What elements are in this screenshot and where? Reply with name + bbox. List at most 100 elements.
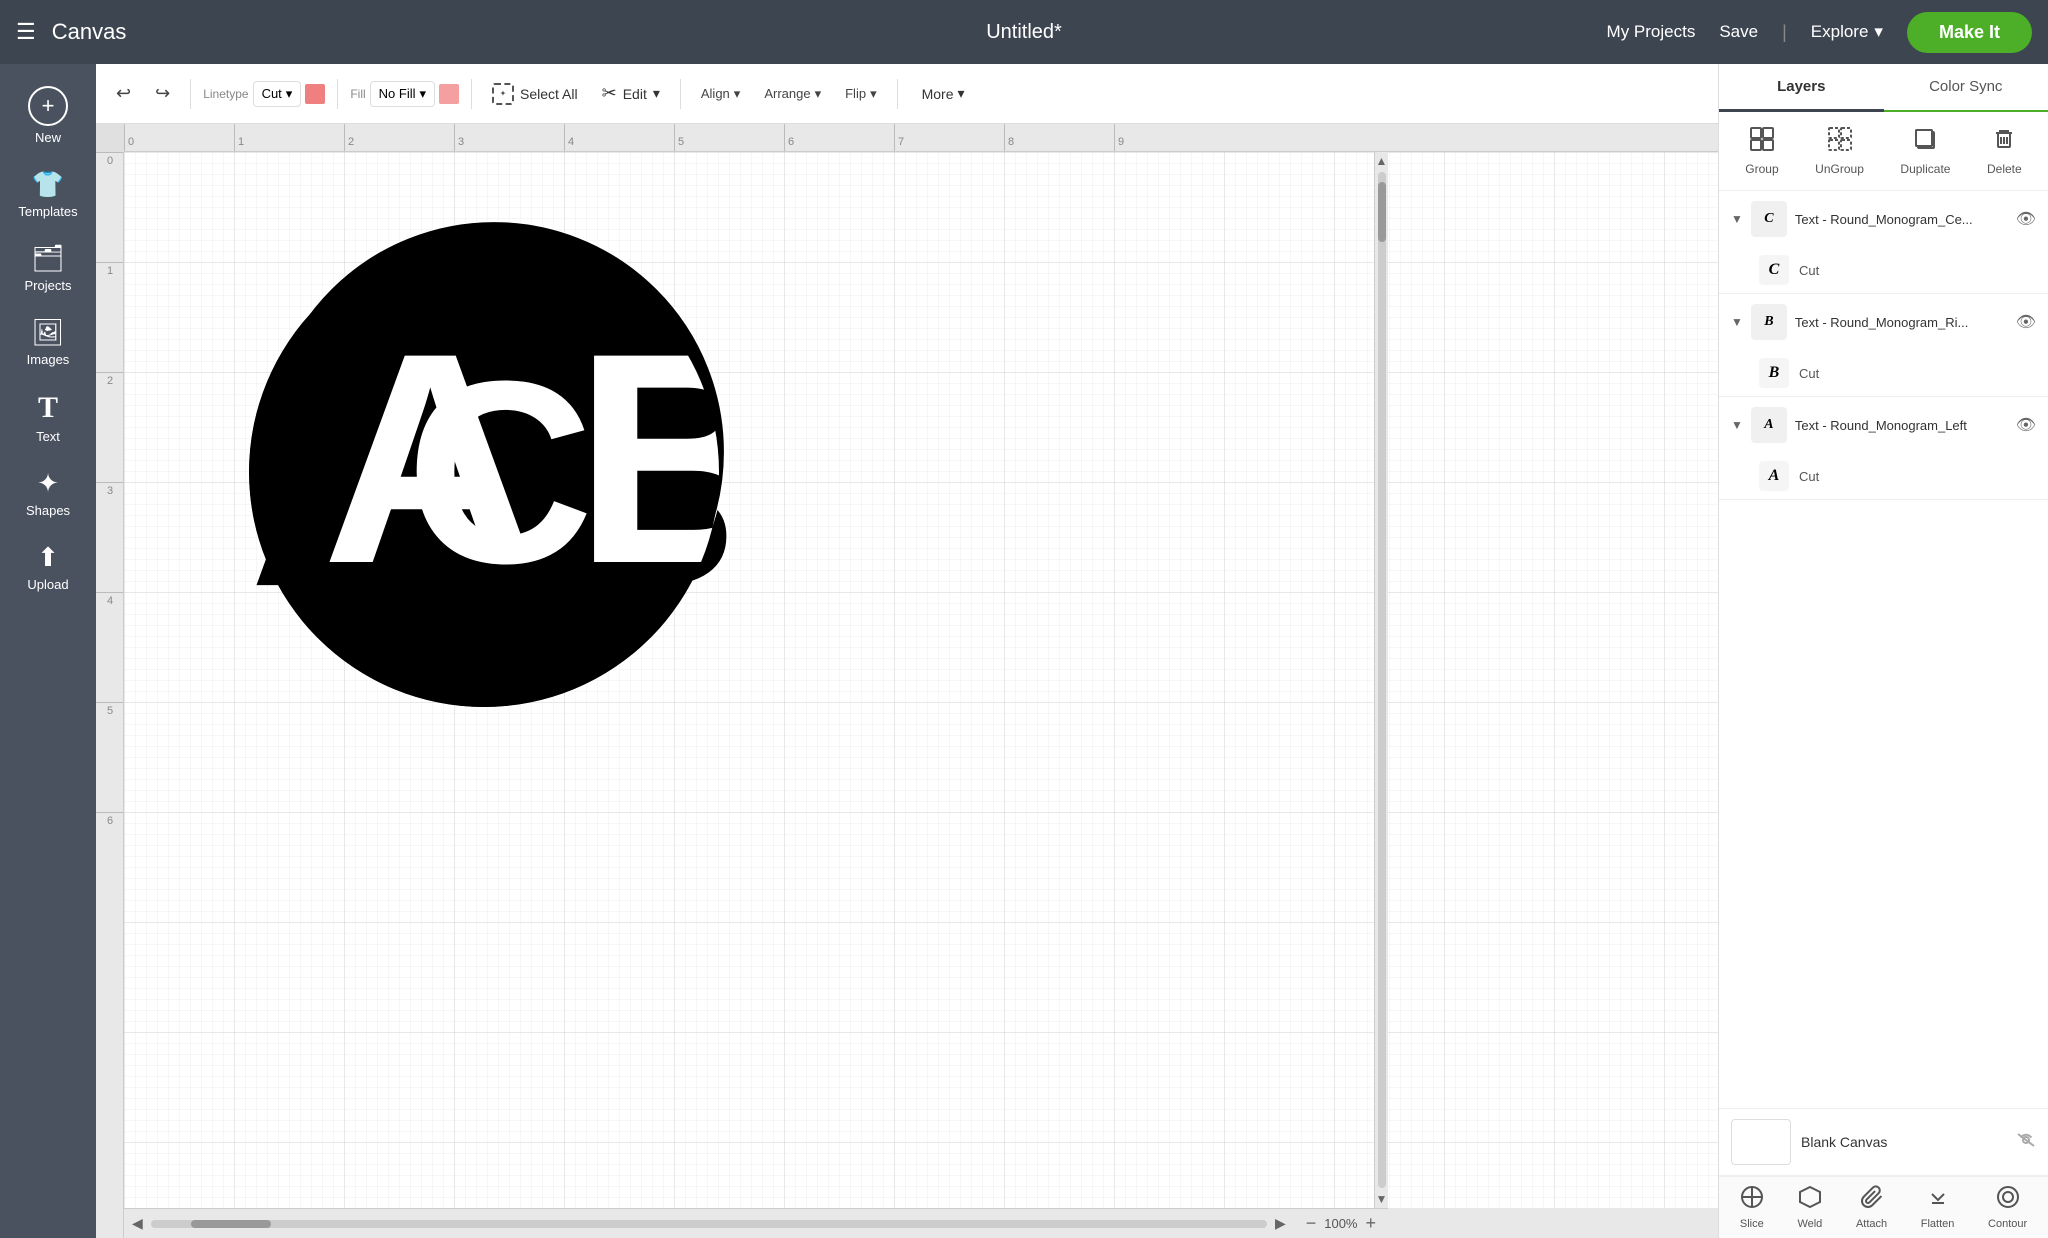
weld-button[interactable]: Weld <box>1797 1185 1822 1230</box>
linetype-label: Linetype <box>203 87 248 101</box>
make-it-button[interactable]: Make It <box>1907 12 2032 53</box>
hidden-eye-icon[interactable] <box>2016 1132 2036 1153</box>
delete-label: Delete <box>1987 162 2022 176</box>
more-button[interactable]: More ▾ <box>910 81 977 106</box>
fill-select[interactable]: No Fill ▾ <box>370 81 435 107</box>
eye-icon-2[interactable]: 👁 <box>2016 312 2036 332</box>
sidebar-item-label-shapes: Shapes <box>26 503 70 518</box>
edit-button[interactable]: ✂ Edit ▾ <box>594 79 668 108</box>
ruler-tick: 2 <box>344 124 454 152</box>
flip-button[interactable]: Flip ▾ <box>837 82 884 106</box>
ruler-tick: 2 <box>96 372 124 482</box>
sidebar-item-upload[interactable]: ⬆ Upload <box>8 532 88 602</box>
svg-text:B: B <box>574 290 744 626</box>
contour-icon <box>1996 1185 2020 1215</box>
eye-icon-3[interactable]: 👁 <box>2016 415 2036 435</box>
linetype-select[interactable]: Cut ▾ <box>253 81 302 107</box>
delete-button[interactable]: Delete <box>1979 122 2030 180</box>
right-tabs: Layers Color Sync <box>1719 64 2048 112</box>
undo-icon: ↩ <box>116 83 131 104</box>
monogram-display[interactable]: A B C <box>244 202 744 747</box>
layer-sub-1: C Cut <box>1719 247 2048 293</box>
scroll-up-button[interactable]: ▲ <box>1376 154 1388 168</box>
attach-button[interactable]: Attach <box>1856 1185 1887 1230</box>
scroll-track[interactable] <box>1378 172 1386 1188</box>
sidebar-item-shapes[interactable]: ✦ Shapes <box>8 458 88 528</box>
horizontal-scroll-track[interactable] <box>151 1220 1267 1228</box>
sidebar-item-templates[interactable]: 👕 Templates <box>8 159 88 229</box>
ungroup-button[interactable]: UnGroup <box>1807 122 1872 180</box>
ruler-tick: 0 <box>124 124 234 152</box>
scroll-left-button[interactable]: ◀ <box>124 1215 151 1232</box>
zoom-out-button[interactable]: − <box>1306 1213 1317 1234</box>
flatten-button[interactable]: Flatten <box>1921 1185 1955 1230</box>
arrange-button[interactable]: Arrange ▾ <box>756 82 829 106</box>
left-sidebar: + New 👕 Templates 🗂 Projects 🖼 Images T … <box>0 64 96 1238</box>
sidebar-item-new[interactable]: + New <box>8 76 88 155</box>
nav-right: My Projects Save | Explore ▾ Make It <box>1607 12 2032 53</box>
flatten-label: Flatten <box>1921 1218 1955 1230</box>
select-all-button[interactable]: ✦ Select All <box>484 79 586 109</box>
chevron-down-icon: ▾ <box>653 85 660 102</box>
project-title[interactable]: Untitled* <box>986 21 1062 44</box>
layer-header-3[interactable]: ▼ A Text - Round_Monogram_Left 👁 <box>1719 397 2048 453</box>
contour-button[interactable]: Contour <box>1988 1185 2027 1230</box>
ruler-tick: 6 <box>96 812 124 922</box>
scroll-down-button[interactable]: ▼ <box>1376 1192 1388 1206</box>
more-label: More <box>922 86 954 102</box>
blank-canvas-thumbnail <box>1731 1119 1791 1165</box>
vertical-scrollbar[interactable]: ▲ ▼ <box>1374 152 1388 1208</box>
chevron-down-icon: ▾ <box>286 86 293 102</box>
explore-button[interactable]: Explore ▾ <box>1811 22 1883 42</box>
fill-color-swatch[interactable] <box>439 84 459 104</box>
horizontal-scroll-thumb[interactable] <box>191 1220 271 1228</box>
layer-sub-thumbnail-3: A <box>1759 461 1789 491</box>
ruler-tick: 0 <box>96 152 124 262</box>
ruler-tick: 9 <box>1114 124 1224 152</box>
right-panel: Layers Color Sync Group <box>1718 64 2048 1238</box>
expand-icon[interactable]: ▼ <box>1731 212 1743 226</box>
group-button[interactable]: Group <box>1737 122 1786 180</box>
sidebar-item-label-projects: Projects <box>25 278 72 293</box>
my-projects-button[interactable]: My Projects <box>1607 22 1696 42</box>
attach-icon <box>1860 1185 1884 1215</box>
slice-button[interactable]: Slice <box>1740 1185 1764 1230</box>
zoom-in-button[interactable]: + <box>1365 1213 1376 1234</box>
hamburger-icon[interactable]: ☰ <box>16 19 36 45</box>
linetype-value: Cut <box>262 86 282 101</box>
undo-button[interactable]: ↩ <box>108 79 139 108</box>
align-button[interactable]: Align ▾ <box>693 82 748 106</box>
scroll-thumb[interactable] <box>1378 182 1386 242</box>
save-button[interactable]: Save <box>1719 22 1758 42</box>
layer-header-1[interactable]: ▼ C Text - Round_Monogram_Ce... 👁 <box>1719 191 2048 247</box>
scroll-right-button[interactable]: ▶ <box>1267 1215 1294 1232</box>
contour-label: Contour <box>1988 1218 2027 1230</box>
sidebar-item-projects[interactable]: 🗂 Projects <box>8 233 88 303</box>
blank-canvas-row: Blank Canvas <box>1719 1108 2048 1176</box>
expand-icon[interactable]: ▼ <box>1731 418 1743 432</box>
tab-color-sync[interactable]: Color Sync <box>1884 64 2048 110</box>
attach-label: Attach <box>1856 1218 1887 1230</box>
ruler-tick: 4 <box>96 592 124 702</box>
bottom-controls: ◀ ▶ − 100% + <box>124 1208 1388 1238</box>
layer-header-2[interactable]: ▼ B Text - Round_Monogram_Ri... 👁 <box>1719 294 2048 350</box>
linetype-color-swatch[interactable] <box>305 84 325 104</box>
sidebar-item-label-text: Text <box>36 429 60 444</box>
sidebar-item-label-templates: Templates <box>18 204 77 219</box>
layer-group-1: ▼ C Text - Round_Monogram_Ce... 👁 C Cut <box>1719 191 2048 294</box>
sidebar-item-text[interactable]: T Text <box>8 381 88 454</box>
expand-icon[interactable]: ▼ <box>1731 315 1743 329</box>
ruler-tick: 3 <box>96 482 124 592</box>
canvas-wrapper[interactable]: 0 1 2 3 4 5 6 7 8 9 0 1 2 3 <box>96 124 1718 1238</box>
sidebar-item-images[interactable]: 🖼 Images <box>8 307 88 377</box>
app-title: Canvas <box>52 19 127 45</box>
canvas-grid[interactable]: A C B <box>124 152 1718 1208</box>
duplicate-button[interactable]: Duplicate <box>1892 122 1958 180</box>
redo-button[interactable]: ↪ <box>147 79 178 108</box>
flatten-icon <box>1926 1185 1950 1215</box>
layer-sub-2: B Cut <box>1719 350 2048 396</box>
zoom-level: 100% <box>1324 1216 1357 1231</box>
eye-icon-1[interactable]: 👁 <box>2016 209 2036 229</box>
redo-icon: ↪ <box>155 83 170 104</box>
tab-layers[interactable]: Layers <box>1719 64 1884 112</box>
